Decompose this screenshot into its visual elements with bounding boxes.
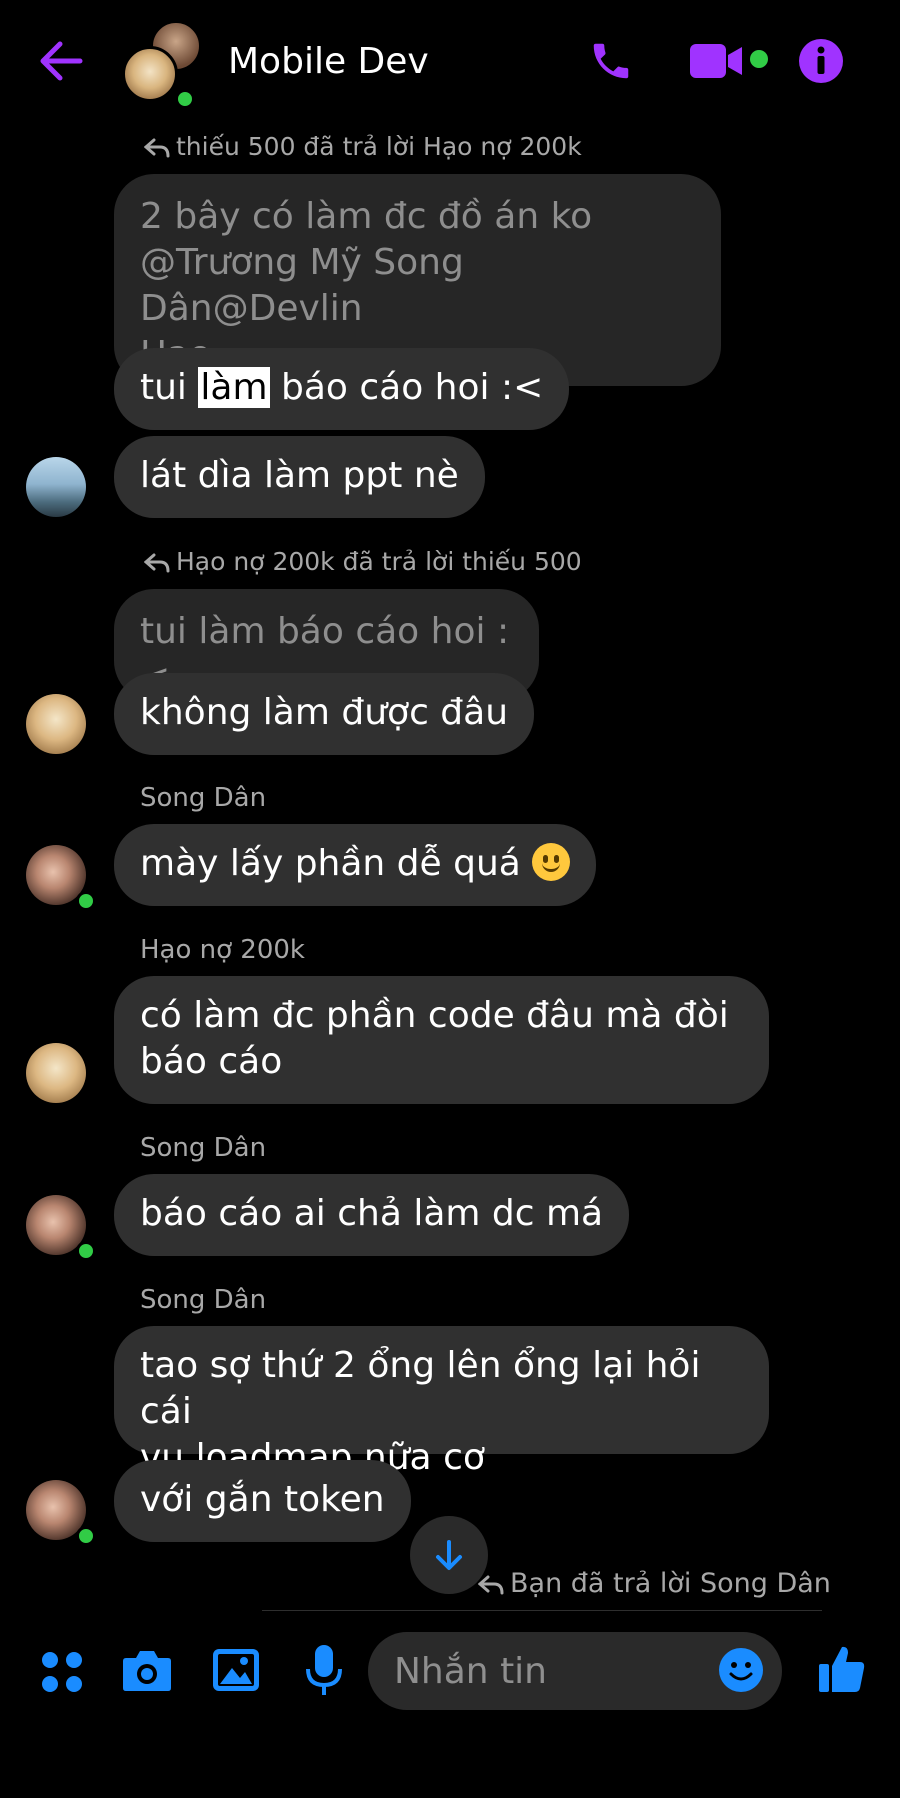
avatar[interactable] bbox=[26, 1195, 96, 1261]
reply-notice-text: Hạo nợ 200k đã trả lời thiếu 500 bbox=[176, 547, 582, 576]
reply-notice-text: thiếu 500 đã trả lời Hạo nợ 200k bbox=[176, 132, 582, 161]
message-text: tui bbox=[140, 367, 199, 408]
online-indicator bbox=[174, 88, 196, 110]
sender-name: Song Dân bbox=[140, 783, 267, 813]
info-icon[interactable] bbox=[798, 38, 844, 84]
avatar[interactable] bbox=[26, 1480, 96, 1546]
message-input[interactable] bbox=[394, 1632, 714, 1710]
message-bubble[interactable]: có làm đc phần code đâu mà đòi báo cáo bbox=[114, 976, 769, 1104]
chat-title[interactable]: Mobile Dev bbox=[228, 38, 429, 86]
back-arrow-icon[interactable] bbox=[38, 38, 84, 84]
reply-icon bbox=[144, 138, 170, 158]
camera-icon[interactable] bbox=[122, 1648, 172, 1692]
divider bbox=[262, 1610, 822, 1611]
reply-notice: Hạo nợ 200k đã trả lời thiếu 500 bbox=[144, 546, 582, 578]
reply-icon bbox=[478, 1575, 504, 1595]
online-indicator bbox=[76, 891, 96, 911]
message-input-box[interactable] bbox=[368, 1632, 782, 1710]
sender-name: Hạo nợ 200k bbox=[140, 935, 305, 965]
apps-icon[interactable] bbox=[40, 1650, 84, 1694]
phone-icon[interactable] bbox=[588, 38, 634, 84]
message-bubble[interactable]: báo cáo ai chả làm dc má bbox=[114, 1174, 630, 1256]
message-text: mày lấy phần dễ quá bbox=[140, 843, 521, 884]
message-composer bbox=[0, 1620, 900, 1798]
avatar[interactable] bbox=[26, 845, 96, 911]
message-bubble[interactable]: với gắn token bbox=[114, 1460, 411, 1542]
message-text: với gắn token bbox=[140, 1479, 385, 1520]
message-bubble[interactable]: không làm được đâu bbox=[114, 673, 535, 755]
avatar[interactable] bbox=[26, 457, 86, 517]
arrow-down-icon bbox=[436, 1540, 462, 1570]
member-avatar bbox=[122, 46, 178, 102]
image-icon[interactable] bbox=[212, 1648, 260, 1692]
message-text: báo cáo ai chả làm dc má bbox=[140, 1193, 604, 1234]
avatar[interactable] bbox=[26, 694, 86, 754]
quoted-line: @Trương Mỹ Song Dân@Devlin bbox=[140, 242, 464, 329]
message-text: báo cáo bbox=[140, 1041, 283, 1082]
reply-icon bbox=[144, 553, 170, 573]
sender-name: Song Dân bbox=[140, 1285, 267, 1315]
microphone-icon[interactable] bbox=[304, 1644, 344, 1698]
message-bubble[interactable]: tao sợ thứ 2 ổng lên ổng lại hỏi cái vụ … bbox=[114, 1326, 769, 1478]
message-bubble[interactable]: tui làm báo cáo hoi :< bbox=[114, 348, 570, 430]
emoji-icon[interactable] bbox=[718, 1647, 764, 1693]
smiley-emoji bbox=[532, 843, 571, 881]
quoted-line: 2 bây có làm đc đồ án ko bbox=[140, 196, 593, 237]
message-bubble[interactable]: mày lấy phần dễ quá bbox=[114, 824, 597, 906]
group-avatar[interactable] bbox=[120, 18, 210, 110]
reply-notice: thiếu 500 đã trả lời Hạo nợ 200k bbox=[144, 131, 582, 163]
online-indicator bbox=[76, 1526, 96, 1546]
video-camera-icon[interactable] bbox=[690, 42, 748, 80]
message-text: lát dìa làm ppt nè bbox=[140, 455, 459, 496]
highlighted-word: làm bbox=[198, 367, 270, 408]
message-text: không làm được đâu bbox=[140, 692, 509, 733]
message-text: báo cáo hoi :< bbox=[269, 367, 544, 408]
message-text: có làm đc phần code đâu mà đòi bbox=[140, 995, 729, 1036]
reply-notice: Bạn đã trả lời Song Dân bbox=[478, 1568, 831, 1600]
scroll-to-bottom-button[interactable] bbox=[410, 1516, 488, 1594]
sender-name: Song Dân bbox=[140, 1133, 267, 1163]
chat-header: Mobile Dev bbox=[0, 0, 900, 125]
message-text: tao sợ thứ 2 ổng lên ổng lại hỏi cái bbox=[140, 1345, 701, 1432]
message-bubble[interactable]: lát dìa làm ppt nè bbox=[114, 436, 485, 518]
online-indicator bbox=[76, 1241, 96, 1261]
reply-notice-text: Bạn đã trả lời Song Dân bbox=[510, 1568, 831, 1599]
thumbs-up-icon[interactable] bbox=[818, 1644, 866, 1694]
video-active-indicator bbox=[750, 50, 768, 68]
avatar[interactable] bbox=[26, 1043, 86, 1103]
